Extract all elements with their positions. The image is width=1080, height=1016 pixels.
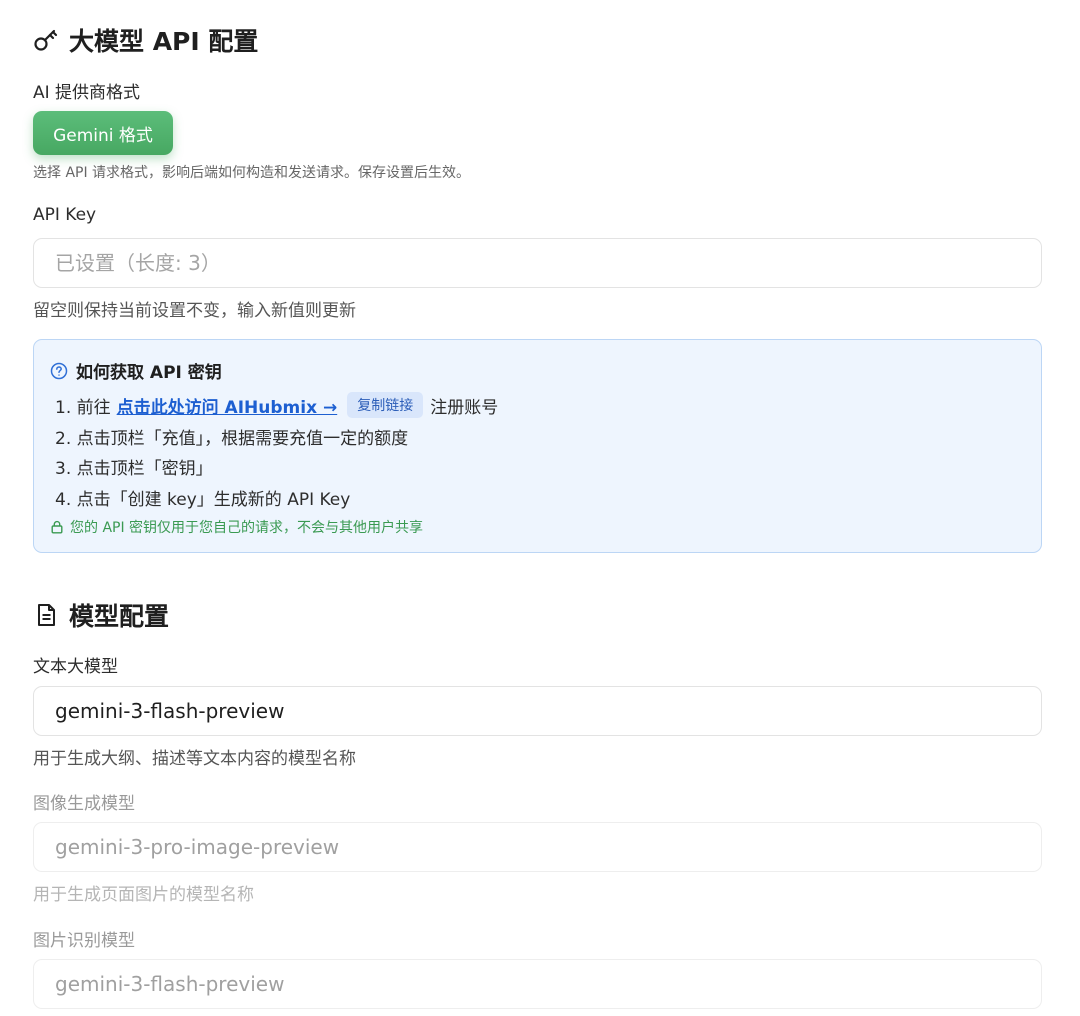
vision-model-input[interactable] — [33, 959, 1042, 1009]
text-model-label: 文本大模型 — [33, 657, 118, 677]
api-config-title-text: 大模型 API 配置 — [69, 27, 259, 56]
guide-step-4: 4. 点击「创建 key」生成新的 API Key — [55, 490, 351, 510]
text-model-input[interactable] — [33, 686, 1042, 736]
guide-title: 如何获取 API 密钥 — [50, 358, 222, 383]
secure-note: 您的 API 密钥仅用于您自己的请求，不会与其他用户共享 — [50, 517, 423, 537]
key-icon — [33, 27, 59, 53]
api-config-title: 大模型 API 配置 — [33, 22, 258, 58]
guide-step-2: 2. 点击顶栏「充值」，根据需要充值一定的额度 — [55, 429, 409, 449]
text-model-help: 用于生成大纲、描述等文本内容的模型名称 — [33, 749, 356, 769]
vision-model-label: 图片识别模型 — [33, 931, 135, 951]
image-model-help: 用于生成页面图片的模型名称 — [33, 885, 254, 905]
model-config-title-text: 模型配置 — [69, 602, 170, 631]
api-key-input[interactable] — [33, 238, 1042, 288]
model-config-title: 模型配置 — [33, 597, 169, 633]
gemini-format-button[interactable]: Gemini 格式 — [33, 111, 173, 155]
aihubmix-link[interactable]: 点击此处访问 AIHubmix → — [117, 393, 338, 418]
settings-page: 大模型 API 配置 AI 提供商格式 Gemini 格式 选择 API 请求格… — [0, 0, 1080, 1016]
provider-format-help: 选择 API 请求格式，影响后端如何构造和发送请求。保存设置后生效。 — [33, 165, 471, 181]
api-key-label: API Key — [33, 205, 97, 225]
image-model-label: 图像生成模型 — [33, 794, 135, 814]
help-circle-icon — [50, 362, 68, 380]
provider-format-label: AI 提供商格式 — [33, 83, 141, 103]
lock-icon — [50, 520, 64, 534]
secure-note-text: 您的 API 密钥仅用于您自己的请求，不会与其他用户共享 — [70, 520, 424, 536]
document-icon — [33, 602, 59, 628]
image-model-input[interactable] — [33, 822, 1042, 872]
step1-prefix: 1. 前往 — [55, 397, 111, 418]
guide-step-3: 3. 点击顶栏「密钥」 — [55, 459, 213, 479]
copy-link-button[interactable]: 复制链接 — [347, 392, 424, 418]
guide-step-1: 1. 前往 点击此处访问 AIHubmix → 复制链接 注册账号 — [55, 392, 498, 418]
step1-suffix: 注册账号 — [430, 397, 499, 418]
api-key-help: 留空则保持当前设置不变，输入新值则更新 — [33, 301, 356, 321]
api-key-guide-box: 如何获取 API 密钥 1. 前往 点击此处访问 AIHubmix → 复制链接… — [33, 339, 1042, 553]
guide-title-text: 如何获取 API 密钥 — [76, 363, 222, 383]
